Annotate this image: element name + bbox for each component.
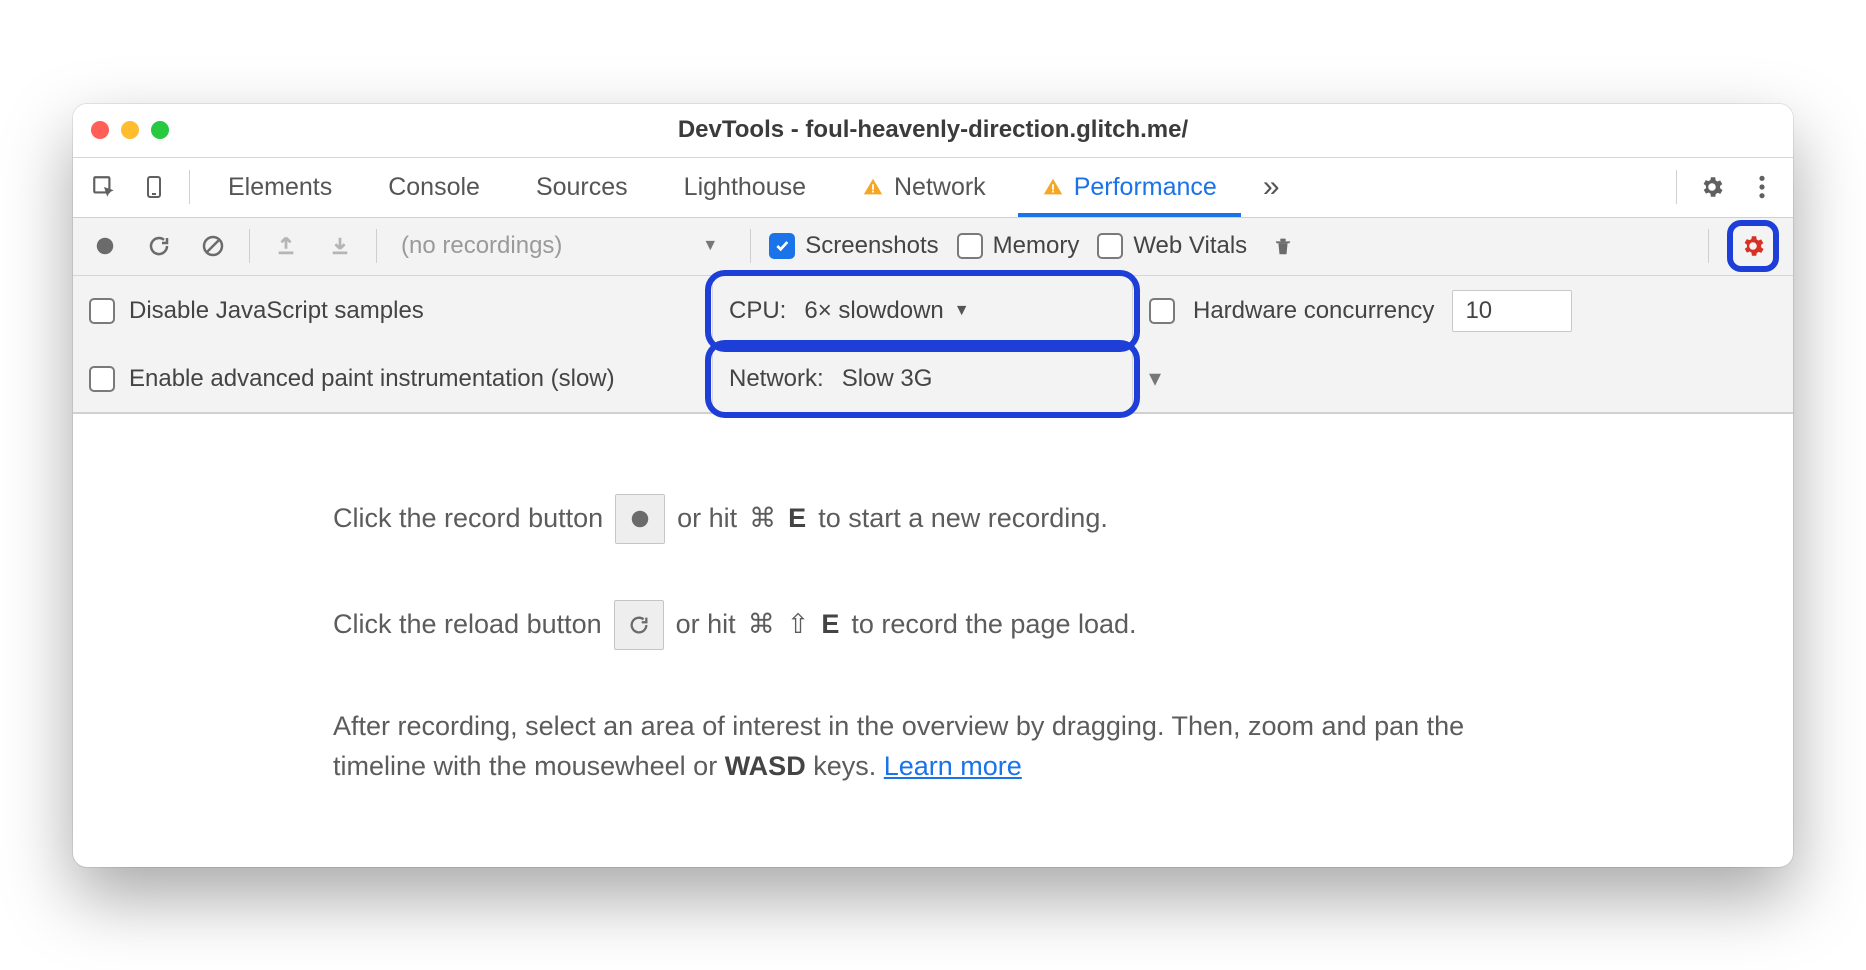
record-button[interactable]: [87, 228, 123, 264]
hints-panel: Click the record button or hit ⌘ E to st…: [73, 414, 1793, 867]
reload-button-preview: [614, 600, 664, 650]
warning-icon: [862, 176, 884, 198]
web-vitals-checkbox[interactable]: Web Vitals: [1097, 232, 1247, 260]
recordings-dropdown[interactable]: (no recordings) ▼: [395, 232, 732, 260]
hw-concurrency-checkbox[interactable]: [1149, 298, 1175, 324]
tab-lighthouse[interactable]: Lighthouse: [660, 158, 830, 217]
separator: [1708, 229, 1709, 263]
separator: [1676, 170, 1677, 204]
network-label: Network:: [729, 365, 824, 393]
cpu-throttle-dropdown[interactable]: CPU: 6× slowdown ▼: [713, 276, 1133, 346]
checkbox-icon: [89, 366, 115, 392]
tab-elements[interactable]: Elements: [204, 158, 356, 217]
chevron-down-icon: ▾: [1149, 364, 1161, 393]
cpu-value: 6× slowdown: [804, 297, 943, 325]
tab-network[interactable]: Network: [838, 158, 1010, 217]
tab-console[interactable]: Console: [364, 158, 504, 217]
minimize-window-button[interactable]: [121, 121, 139, 139]
cpu-label: CPU:: [729, 297, 786, 325]
window-title: DevTools - foul-heavenly-direction.glitc…: [73, 116, 1793, 144]
checkbox-icon: [1097, 233, 1123, 259]
maximize-window-button[interactable]: [151, 121, 169, 139]
advanced-paint-checkbox[interactable]: Enable advanced paint instrumentation (s…: [73, 346, 713, 412]
inspect-icon[interactable]: [83, 166, 125, 208]
title-bar: DevTools - foul-heavenly-direction.glitc…: [73, 104, 1793, 158]
hw-concurrency-label: Hardware concurrency: [1193, 297, 1434, 325]
network-value: Slow 3G: [842, 365, 933, 393]
device-toolbar-icon[interactable]: [133, 166, 175, 208]
more-tabs-button[interactable]: »: [1249, 170, 1294, 204]
checkbox-checked-icon: [769, 233, 795, 259]
record-hint: Click the record button or hit ⌘ E to st…: [333, 494, 1533, 544]
settings-icon[interactable]: [1691, 166, 1733, 208]
chevron-down-icon: ▼: [954, 302, 970, 320]
empty-cell: ▾: [1133, 346, 1793, 412]
chevron-down-icon: ▼: [702, 237, 718, 255]
screenshots-checkbox[interactable]: Screenshots: [769, 232, 938, 260]
memory-checkbox[interactable]: Memory: [957, 232, 1080, 260]
kebab-menu-icon[interactable]: [1741, 166, 1783, 208]
checkbox-icon: [89, 298, 115, 324]
devtools-window: DevTools - foul-heavenly-direction.glitc…: [73, 104, 1793, 867]
network-throttle-dropdown[interactable]: Network: Slow 3G: [713, 346, 1133, 412]
garbage-collect-icon[interactable]: [1265, 228, 1301, 264]
tab-performance[interactable]: Performance: [1018, 158, 1241, 217]
capture-settings-panel: Disable JavaScript samples CPU: 6× slowd…: [73, 276, 1793, 414]
save-profile-icon[interactable]: [322, 228, 358, 264]
separator: [189, 170, 190, 204]
separator: [750, 229, 751, 263]
hardware-concurrency-row: Hardware concurrency: [1133, 276, 1793, 346]
hw-concurrency-input[interactable]: [1452, 290, 1572, 332]
tab-sources[interactable]: Sources: [512, 158, 652, 217]
clear-button[interactable]: [195, 228, 231, 264]
window-controls: [91, 121, 169, 139]
performance-toolbar: (no recordings) ▼ Screenshots Memory Web…: [73, 218, 1793, 276]
separator: [249, 229, 250, 263]
capture-settings-button[interactable]: [1727, 220, 1779, 272]
checkbox-icon: [957, 233, 983, 259]
reload-hint: Click the reload button or hit ⌘ ⇧ E to …: [333, 600, 1533, 650]
after-recording-hint: After recording, select an area of inter…: [333, 706, 1533, 787]
record-button-preview: [615, 494, 665, 544]
close-window-button[interactable]: [91, 121, 109, 139]
recordings-label: (no recordings): [401, 232, 562, 260]
learn-more-link[interactable]: Learn more: [884, 751, 1022, 781]
devtools-tabs: Elements Console Sources Lighthouse Netw…: [73, 158, 1793, 218]
separator: [376, 229, 377, 263]
reload-record-button[interactable]: [141, 228, 177, 264]
disable-js-checkbox[interactable]: Disable JavaScript samples: [73, 276, 713, 346]
warning-icon: [1042, 176, 1064, 198]
load-profile-icon[interactable]: [268, 228, 304, 264]
